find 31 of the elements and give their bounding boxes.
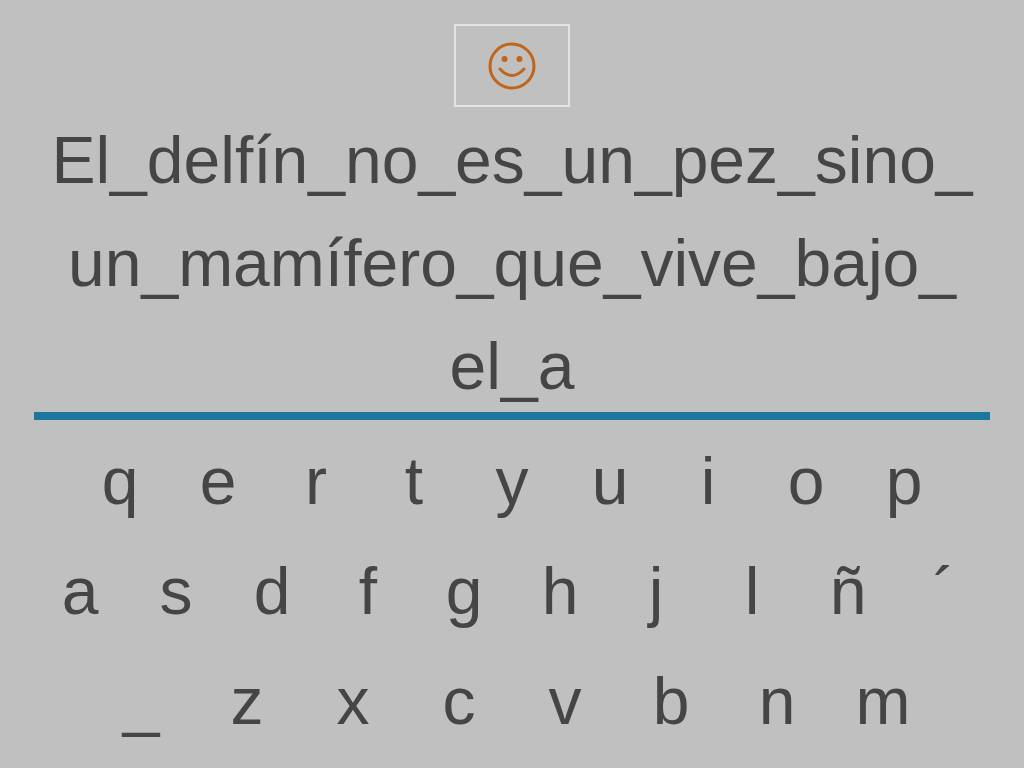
letter-key[interactable]: y xyxy=(463,441,561,521)
letter-key[interactable]: j xyxy=(608,551,704,631)
letter-key[interactable]: s xyxy=(128,551,224,631)
letter-key[interactable]: l xyxy=(704,551,800,631)
letter-key[interactable]: z xyxy=(194,661,300,741)
letter-key[interactable]: p xyxy=(855,441,953,521)
letter-key[interactable]: ´ xyxy=(896,551,992,631)
letter-key[interactable]: _ xyxy=(88,661,194,741)
sentence-line: el_a xyxy=(449,328,575,405)
letter-key[interactable]: c xyxy=(406,661,512,741)
letter-key[interactable]: ñ xyxy=(800,551,896,631)
letter-key[interactable]: n xyxy=(724,661,830,741)
letter-key[interactable]: t xyxy=(365,441,463,521)
letter-key[interactable]: e xyxy=(169,441,267,521)
sentence-line: un_mamífero_que_vive_bajo_ xyxy=(68,225,956,302)
letter-key[interactable]: r xyxy=(267,441,365,521)
letter-key[interactable]: d xyxy=(224,551,320,631)
smiley-icon xyxy=(487,40,537,91)
letter-key[interactable]: f xyxy=(320,551,416,631)
letter-key[interactable]: i xyxy=(659,441,757,521)
letter-key[interactable]: x xyxy=(300,661,406,741)
sentence-line: El_delfín_no_es_un_pez_sino_ xyxy=(51,122,973,199)
letter-key[interactable]: a xyxy=(32,551,128,631)
letter-key[interactable]: h xyxy=(512,551,608,631)
letter-key[interactable]: q xyxy=(71,441,169,521)
letter-key[interactable]: m xyxy=(830,661,936,741)
letter-key[interactable]: g xyxy=(416,551,512,631)
letter-key[interactable]: u xyxy=(561,441,659,521)
letter-key[interactable]: b xyxy=(618,661,724,741)
letter-key[interactable]: o xyxy=(757,441,855,521)
letter-key[interactable]: v xyxy=(512,661,618,741)
